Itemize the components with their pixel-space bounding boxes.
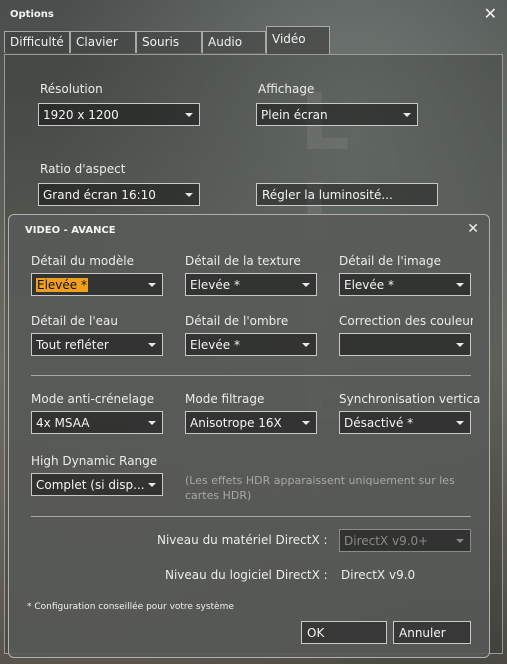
shadow-detail-value: Elevée *	[190, 338, 240, 352]
tab-audio[interactable]: Audio	[202, 31, 266, 53]
vsync-dropdown[interactable]: Désactivé *	[339, 411, 471, 434]
vsync-value: Désactivé *	[344, 416, 414, 430]
water-detail-label: Détail de l'eau	[31, 314, 118, 328]
chevron-down-icon	[403, 113, 411, 117]
dx-software-label: Niveau du logiciel DirectX :	[165, 568, 328, 582]
dialog-title: VIDEO - AVANCE	[25, 225, 116, 236]
shadow-detail-label: Détail de l'ombre	[185, 314, 289, 328]
color-correction-dropdown[interactable]	[339, 333, 471, 356]
window-title: Options	[10, 9, 54, 20]
texture-detail-value: Elevée *	[190, 278, 240, 292]
chevron-down-icon	[148, 283, 156, 287]
tab-clavier[interactable]: Clavier	[70, 31, 136, 53]
chevron-down-icon	[302, 283, 310, 287]
vsync-label: Synchronisation verticale	[339, 392, 481, 406]
chevron-down-icon	[148, 483, 156, 487]
texture-detail-label: Détail de la texture	[185, 254, 301, 268]
chevron-down-icon	[148, 343, 156, 347]
chevron-down-icon	[456, 283, 464, 287]
brightness-button[interactable]: Régler la luminosité...	[256, 183, 438, 206]
chevron-down-icon	[456, 343, 464, 347]
image-detail-dropdown[interactable]: Elevée *	[339, 273, 471, 296]
chevron-down-icon	[148, 421, 156, 425]
display-value: Plein écran	[261, 108, 328, 122]
water-detail-dropdown[interactable]: Tout refléter	[31, 333, 163, 356]
antialias-label: Mode anti-crénelage	[31, 392, 155, 406]
image-detail-label: Détail de l'image	[339, 254, 441, 268]
resolution-label: Résolution	[40, 82, 103, 96]
advanced-video-dialog: VIDEO - AVANCE ✕ Détail du modèle Elevée…	[8, 214, 490, 658]
dx-hardware-dropdown[interactable]: DirectX v9.0+	[339, 529, 471, 552]
water-detail-value: Tout refléter	[36, 338, 109, 352]
chevron-down-icon	[456, 539, 464, 543]
filtering-dropdown[interactable]: Anisotrope 16X	[185, 411, 317, 434]
tab-video[interactable]: Vidéo	[266, 26, 330, 55]
chevron-down-icon	[302, 343, 310, 347]
chevron-down-icon	[185, 113, 193, 117]
color-correction-label: Correction des couleurs	[339, 314, 473, 328]
model-detail-label: Détail du modèle	[31, 254, 134, 268]
resolution-dropdown[interactable]: 1920 x 1200	[38, 103, 200, 126]
model-detail-value: Elevée *	[36, 278, 88, 292]
model-detail-dropdown[interactable]: Elevée *	[31, 273, 163, 296]
shadow-detail-dropdown[interactable]: Elevée *	[185, 333, 317, 356]
tab-difficulte[interactable]: Difficulté	[4, 31, 70, 53]
chevron-down-icon	[456, 421, 464, 425]
filtering-value: Anisotrope 16X	[190, 416, 282, 430]
hdr-note: (Les effets HDR apparaissent uniquement …	[185, 474, 455, 502]
texture-detail-dropdown[interactable]: Elevée *	[185, 273, 317, 296]
window-titlebar: Options ✕	[0, 0, 507, 30]
aspect-value: Grand écran 16:10	[43, 188, 156, 202]
chevron-down-icon	[302, 421, 310, 425]
aspect-dropdown[interactable]: Grand écran 16:10	[38, 183, 200, 206]
filtering-label: Mode filtrage	[185, 392, 265, 406]
chevron-down-icon	[185, 193, 193, 197]
ok-button[interactable]: OK	[301, 621, 387, 644]
close-icon[interactable]: ✕	[467, 221, 479, 237]
footnote: * Configuration conseillée pour votre sy…	[27, 602, 234, 612]
display-dropdown[interactable]: Plein écran	[256, 103, 418, 126]
antialias-dropdown[interactable]: 4x MSAA	[31, 411, 163, 434]
close-icon[interactable]: ✕	[484, 6, 497, 22]
section-divider	[31, 516, 471, 517]
section-divider	[31, 375, 471, 376]
display-label: Affichage	[258, 82, 315, 96]
hdr-label: High Dynamic Range	[31, 454, 158, 468]
image-detail-value: Elevée *	[344, 278, 394, 292]
aspect-label: Ratio d'aspect	[40, 162, 126, 176]
dx-hardware-value: DirectX v9.0+	[344, 534, 429, 548]
hdr-value: Complet (si disp...	[36, 478, 145, 492]
resolution-value: 1920 x 1200	[43, 108, 119, 122]
antialias-value: 4x MSAA	[36, 416, 90, 430]
dx-software-value: DirectX v9.0	[341, 568, 416, 582]
dx-hardware-label: Niveau du matériel DirectX :	[157, 533, 328, 547]
cancel-button[interactable]: Annuler	[393, 621, 471, 644]
hdr-dropdown[interactable]: Complet (si disp...	[31, 473, 163, 496]
tab-souris[interactable]: Souris	[136, 31, 202, 53]
